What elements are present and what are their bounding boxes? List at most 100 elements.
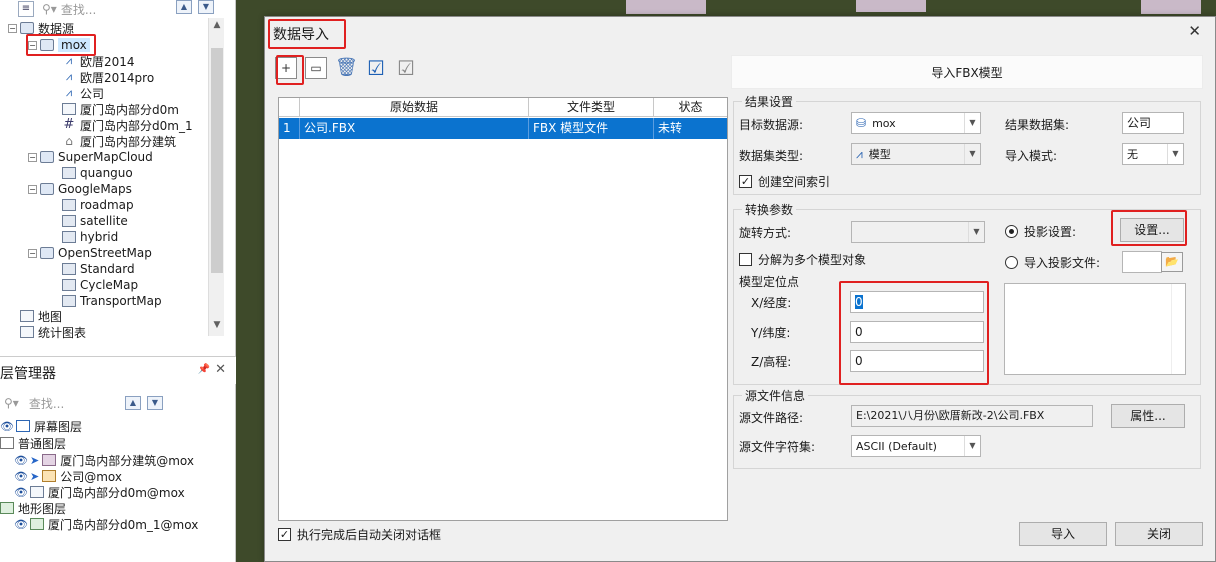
import-projection-file-radio[interactable]: 导入投影文件: bbox=[1005, 254, 1100, 271]
checkbox-checked-icon[interactable]: ✓ bbox=[278, 528, 291, 541]
layer-down-button[interactable]: ▼ bbox=[147, 396, 163, 410]
grid-layer-icon bbox=[29, 486, 44, 498]
collapse-icon[interactable]: − bbox=[28, 152, 37, 162]
tree-tile[interactable]: Standard bbox=[62, 261, 135, 277]
layer-up-button[interactable]: ▲ bbox=[125, 396, 141, 410]
table-header: 原始数据 文件类型 状态 bbox=[279, 98, 727, 117]
tree-tile[interactable]: quanguo bbox=[62, 165, 133, 181]
eye-icon[interactable]: 👁 bbox=[0, 420, 14, 433]
auto-close-checkbox[interactable]: ✓ 执行完成后自动关闭对话框 bbox=[278, 526, 441, 543]
import-mode-select[interactable]: 无 ▼ bbox=[1122, 143, 1184, 165]
eye-icon[interactable]: 👁 bbox=[14, 518, 28, 531]
spatial-index-checkbox[interactable]: ✓ 创建空间索引 bbox=[739, 173, 830, 190]
delete-icon[interactable]: 🗑 bbox=[335, 57, 358, 79]
checkbox-checked-icon[interactable]: ✓ bbox=[739, 175, 752, 188]
collapse-icon[interactable]: − bbox=[28, 248, 37, 258]
scroll-thumb[interactable] bbox=[211, 48, 223, 273]
select-all-icon[interactable]: ☑ bbox=[365, 57, 387, 79]
chevron-down-icon[interactable]: ▼ bbox=[964, 144, 980, 164]
table-row[interactable]: 1 公司.FBX FBX 模型文件 未转 bbox=[279, 118, 727, 139]
z-label: Z/高程: bbox=[751, 355, 792, 369]
radio-icon[interactable] bbox=[1005, 256, 1018, 269]
search-icon[interactable]: ⚲▾ bbox=[42, 2, 57, 16]
split-models-checkbox[interactable]: 分解为多个模型对象 bbox=[739, 251, 866, 268]
eye-icon[interactable]: 👁 bbox=[14, 454, 28, 467]
chevron-down-icon[interactable]: ▼ bbox=[968, 222, 984, 242]
layer-item[interactable]: 👁 ➤ 厦门岛内部分建筑@mox bbox=[14, 452, 194, 468]
checkbox-icon[interactable] bbox=[739, 253, 752, 266]
move-down-button[interactable]: ▼ bbox=[198, 0, 214, 14]
search-icon[interactable]: ⚲▾ bbox=[4, 396, 19, 410]
result-dataset-input[interactable]: 公司 bbox=[1122, 112, 1184, 134]
eye-icon[interactable]: 👁 bbox=[14, 486, 28, 499]
charset-select[interactable]: ASCII (Default) ▼ bbox=[851, 435, 981, 457]
layer-search-input[interactable]: 查找... bbox=[29, 395, 64, 412]
tree-dataset[interactable]: # 厦门岛内部分d0m_1 bbox=[62, 117, 193, 133]
tile-icon bbox=[62, 231, 76, 243]
scroll-up-icon[interactable]: ▲ bbox=[209, 20, 225, 34]
eye-icon[interactable]: 👁 bbox=[14, 470, 28, 483]
tree-cloud-google[interactable]: − GoogleMaps bbox=[28, 181, 132, 197]
target-datasource-select[interactable]: ⛁ mox ▼ bbox=[851, 112, 981, 134]
workspace-search-input[interactable]: 查找... bbox=[61, 1, 96, 18]
invert-select-icon[interactable]: ☑ bbox=[395, 57, 417, 79]
tree-charts[interactable]: 统计图表 bbox=[20, 324, 86, 340]
close-icon[interactable]: ✕ bbox=[215, 362, 226, 377]
import-button[interactable]: 导入 bbox=[1019, 522, 1107, 546]
radio-selected-icon[interactable] bbox=[1005, 225, 1018, 238]
close-button[interactable]: 关闭 bbox=[1115, 522, 1203, 546]
column-header[interactable]: 状态 bbox=[654, 98, 727, 117]
tree-maps[interactable]: 地图 bbox=[20, 308, 62, 324]
layer-group-normal[interactable]: 普通图层 bbox=[0, 435, 66, 451]
chevron-down-icon[interactable]: ▼ bbox=[1167, 144, 1183, 164]
scrollbar[interactable] bbox=[1171, 284, 1185, 374]
pin-icon[interactable]: 📌 bbox=[198, 364, 210, 375]
layer-item[interactable]: 👁 厦门岛内部分d0m_1@mox bbox=[14, 516, 198, 532]
properties-button[interactable]: 属性... bbox=[1111, 404, 1185, 428]
source-path-input[interactable]: E:\2021\八月份\欧厝新改-2\公司.FBX bbox=[851, 405, 1093, 427]
model-icon: ⩘ bbox=[856, 146, 863, 161]
collapse-icon[interactable]: − bbox=[28, 184, 37, 194]
tile-icon bbox=[62, 215, 76, 227]
move-up-button[interactable]: ▲ bbox=[176, 0, 192, 14]
folder-open-icon[interactable]: 📂 bbox=[1161, 252, 1183, 272]
scroll-down-icon[interactable]: ▼ bbox=[209, 320, 225, 334]
tree-cloud-supermap[interactable]: − SuperMapCloud bbox=[28, 149, 153, 165]
tree-tile[interactable]: satellite bbox=[62, 213, 128, 229]
tree-dataset[interactable]: ⩘ 公司 bbox=[62, 85, 104, 101]
rotation-select[interactable]: ▼ bbox=[851, 221, 985, 243]
grid-icon: # bbox=[63, 117, 75, 132]
model-layer-icon bbox=[42, 470, 57, 482]
tree-dataset[interactable]: 厦门岛内部分d0m bbox=[62, 101, 179, 117]
projection-setting-radio[interactable]: 投影设置: bbox=[1005, 223, 1076, 240]
close-icon[interactable]: ✕ bbox=[1188, 22, 1201, 40]
select-icon[interactable]: ➤ bbox=[30, 470, 39, 483]
column-header[interactable]: 文件类型 bbox=[529, 98, 654, 117]
projection-file-input[interactable] bbox=[1122, 251, 1162, 273]
select-icon[interactable]: ➤ bbox=[30, 454, 39, 467]
highlight-anchor bbox=[839, 281, 989, 385]
collapse-icon[interactable]: − bbox=[8, 23, 17, 33]
tree-tile[interactable]: roadmap bbox=[62, 197, 134, 213]
layer-item[interactable]: 👁 厦门岛内部分d0m@mox bbox=[14, 484, 185, 500]
document-icon[interactable]: ≡ bbox=[18, 1, 34, 17]
layer-group-screen[interactable]: 👁 屏幕图层 bbox=[0, 418, 82, 434]
grid-dataset-icon bbox=[62, 103, 76, 115]
tree-scrollbar[interactable]: ▲ ▼ bbox=[208, 18, 224, 336]
tree-dataset[interactable]: ⩘ 欧厝2014pro bbox=[62, 69, 154, 85]
result-dataset-label: 结果数据集: bbox=[1005, 118, 1070, 132]
source-path-label: 源文件路径: bbox=[739, 411, 804, 425]
tree-tile[interactable]: hybrid bbox=[62, 229, 118, 245]
tree-tile[interactable]: CycleMap bbox=[62, 277, 138, 293]
chevron-down-icon[interactable]: ▼ bbox=[964, 113, 980, 133]
column-header[interactable]: 原始数据 bbox=[300, 98, 529, 117]
tree-dataset[interactable]: ⌂ 厦门岛内部分建筑 bbox=[62, 133, 176, 149]
tile-icon bbox=[62, 279, 76, 291]
layer-group-terrain[interactable]: 地形图层 bbox=[0, 500, 66, 516]
dataset-type-select[interactable]: ⩘ 模型 ▼ bbox=[851, 143, 981, 165]
chevron-down-icon[interactable]: ▼ bbox=[964, 436, 980, 456]
layer-item[interactable]: 👁 ➤ 公司@mox bbox=[14, 468, 122, 484]
add-folder-icon[interactable]: ▭ bbox=[305, 57, 327, 79]
tree-tile[interactable]: TransportMap bbox=[62, 293, 162, 309]
tree-cloud-osm[interactable]: − OpenStreetMap bbox=[28, 245, 152, 261]
